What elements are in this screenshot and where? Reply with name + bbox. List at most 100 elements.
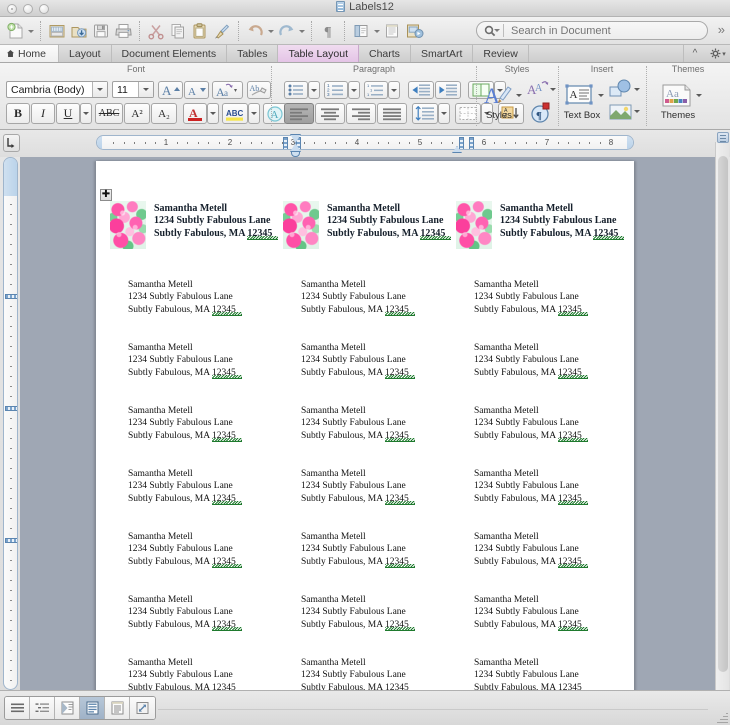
address-block[interactable]: Samantha Metell 1234 Subtly Fabulous Lan… [474, 529, 582, 568]
sidebar-caret[interactable] [372, 19, 381, 43]
address-block[interactable]: Samantha Metell 1234 Subtly Fabulous Lan… [301, 466, 409, 505]
tab-home[interactable]: Home [0, 45, 60, 62]
publishing-layout-button[interactable] [55, 697, 80, 719]
search-magnifier-icon[interactable] [477, 22, 503, 39]
address-block[interactable]: Samantha Metell 1234 Subtly Fabulous Lan… [128, 340, 236, 379]
address-block[interactable]: Samantha Metell 1234 Subtly Fabulous Lan… [301, 403, 409, 442]
address-block[interactable]: Samantha Metell 1234 Subtly Fabulous Lan… [301, 277, 409, 316]
label-sheet-page[interactable]: ✚ Samantha Metell 1234 Subtly Fabulous L… [96, 161, 634, 690]
vruler-row-divider-2[interactable] [5, 406, 17, 411]
label-cell[interactable]: Samantha Metell 1234 Subtly Fabulous Lan… [301, 277, 471, 340]
label-cell[interactable]: Samantha Metell 1234 Subtly Fabulous Lan… [128, 466, 298, 529]
table-row[interactable]: Samantha Metell 1234 Subtly Fabulous Lan… [110, 340, 622, 403]
undo-caret[interactable] [266, 19, 275, 43]
label-cell[interactable]: Samantha Metell 1234 Subtly Fabulous Lan… [128, 529, 298, 592]
label-cell[interactable]: Samantha Metell 1234 Subtly Fabulous Lan… [474, 592, 644, 655]
address-block[interactable]: Samantha Metell 1234 Subtly Fabulous Lan… [474, 592, 582, 631]
decrease-indent-button[interactable] [408, 81, 434, 99]
undo-button[interactable] [244, 19, 266, 43]
table-row[interactable]: Samantha Metell 1234 Subtly Fabulous Lan… [110, 655, 622, 690]
themes-dropdown-icon[interactable] [694, 89, 704, 101]
vruler-row-divider-3[interactable] [5, 538, 17, 543]
media-browser-button[interactable] [403, 19, 425, 43]
labels-table[interactable]: Samantha Metell 1234 Subtly Fabulous Lan… [110, 201, 622, 690]
outline-view-button[interactable] [30, 697, 55, 719]
print-button[interactable] [112, 19, 134, 43]
table-row[interactable]: Samantha Metell 1234 Subtly Fabulous Lan… [110, 466, 622, 529]
address-block[interactable]: Samantha Metell 1234 Subtly Fabulous Lan… [301, 340, 409, 379]
tab-smartart[interactable]: SmartArt [411, 45, 474, 62]
label-cell[interactable]: Samantha Metell 1234 Subtly Fabulous Lan… [128, 592, 298, 655]
chevron-up-icon[interactable]: ^ [684, 45, 706, 62]
multilevel-list-dropdown-icon[interactable] [388, 81, 400, 99]
address-block[interactable]: Samantha Metell 1234 Subtly Fabulous Lan… [500, 201, 618, 240]
address-block[interactable]: Samantha Metell 1234 Subtly Fabulous Lan… [327, 201, 445, 240]
quick-styles-dropdown-icon[interactable] [548, 83, 558, 95]
font-size-dropdown-icon[interactable] [138, 82, 153, 97]
label-cell[interactable]: Samantha Metell 1234 Subtly Fabulous Lan… [301, 403, 471, 466]
address-block[interactable]: Samantha Metell 1234 Subtly Fabulous Lan… [474, 340, 582, 379]
numbering-button[interactable]: 1 2 3 [324, 81, 348, 99]
tab-document-elements[interactable]: Document Elements [112, 45, 228, 62]
label-cell[interactable]: Samantha Metell 1234 Subtly Fabulous Lan… [128, 655, 298, 690]
show-formatting-marks-button[interactable]: ¶ [317, 19, 339, 43]
tab-layout[interactable]: Layout [59, 45, 112, 62]
print-layout-button[interactable] [80, 697, 105, 719]
floral-roses-thumbnail[interactable] [283, 201, 319, 249]
floral-roses-thumbnail[interactable] [110, 201, 146, 249]
grow-font-button[interactable]: A [158, 81, 183, 99]
toolbox-button[interactable]: ¶ [528, 101, 552, 125]
label-cell[interactable]: Samantha Metell 1234 Subtly Fabulous Lan… [128, 277, 298, 340]
styles-dropdown-icon[interactable] [514, 89, 524, 101]
shapes-dropdown-icon[interactable] [632, 83, 642, 95]
label-cell[interactable]: Samantha Metell 1234 Subtly Fabulous Lan… [283, 201, 453, 277]
ruler-column-divider-3[interactable] [459, 137, 464, 149]
address-block[interactable]: Samantha Metell 1234 Subtly Fabulous Lan… [128, 592, 236, 631]
redo-caret[interactable] [297, 19, 306, 43]
address-block[interactable]: Samantha Metell 1234 Subtly Fabulous Lan… [474, 466, 582, 505]
table-row[interactable]: Samantha Metell 1234 Subtly Fabulous Lan… [110, 201, 622, 277]
address-block[interactable]: Samantha Metell 1234 Subtly Fabulous Lan… [128, 655, 236, 690]
notebook-layout-button[interactable] [381, 19, 403, 43]
label-cell[interactable]: Samantha Metell 1234 Subtly Fabulous Lan… [110, 201, 280, 277]
gear-icon[interactable]: ▾ [706, 45, 730, 62]
label-cell[interactable]: Samantha Metell 1234 Subtly Fabulous Lan… [301, 340, 471, 403]
label-cell[interactable]: Samantha Metell 1234 Subtly Fabulous Lan… [128, 340, 298, 403]
picture-button[interactable] [608, 101, 634, 123]
numbering-dropdown-icon[interactable] [348, 81, 360, 99]
open-button[interactable] [46, 19, 68, 43]
label-cell[interactable]: Samantha Metell 1234 Subtly Fabulous Lan… [301, 655, 471, 690]
toolbar-overflow-button[interactable]: » [718, 23, 725, 36]
highlight-button[interactable]: ABC [222, 103, 248, 124]
bold-button[interactable]: B [6, 103, 30, 124]
shrink-font-button[interactable]: A [184, 81, 209, 99]
label-cell[interactable]: Samantha Metell 1234 Subtly Fabulous Lan… [128, 403, 298, 466]
new-document-caret[interactable] [26, 19, 35, 43]
table-row[interactable]: Samantha Metell 1234 Subtly Fabulous Lan… [110, 592, 622, 655]
tab-charts[interactable]: Charts [359, 45, 411, 62]
redo-button[interactable] [275, 19, 297, 43]
font-color-button[interactable]: A [183, 103, 207, 124]
sidebar-toggle-button[interactable] [350, 19, 372, 43]
document-canvas[interactable]: ✚ Samantha Metell 1234 Subtly Fabulous L… [20, 157, 715, 690]
text-box-button[interactable]: A [564, 82, 596, 108]
cut-button[interactable] [145, 19, 167, 43]
address-block[interactable]: Samantha Metell 1234 Subtly Fabulous Lan… [301, 592, 409, 631]
paste-button[interactable] [189, 19, 211, 43]
address-block[interactable]: Samantha Metell 1234 Subtly Fabulous Lan… [128, 403, 236, 442]
increase-indent-button[interactable] [435, 81, 461, 99]
save-button[interactable] [90, 19, 112, 43]
font-name-combo[interactable]: Cambria (Body) [6, 81, 108, 98]
styles-button[interactable]: A [482, 80, 514, 110]
picture-dropdown-icon[interactable] [632, 105, 642, 117]
themes-button[interactable]: Aa [660, 82, 694, 108]
address-block[interactable]: Samantha Metell 1234 Subtly Fabulous Lan… [474, 655, 582, 690]
table-row[interactable]: Samantha Metell 1234 Subtly Fabulous Lan… [110, 403, 622, 466]
italic-button[interactable]: I [31, 103, 55, 124]
clear-formatting-button[interactable]: Ab [247, 81, 271, 99]
label-cell[interactable]: Samantha Metell 1234 Subtly Fabulous Lan… [474, 529, 644, 592]
bullets-dropdown-icon[interactable] [308, 81, 320, 99]
align-right-button[interactable] [346, 103, 376, 124]
label-cell[interactable]: Samantha Metell 1234 Subtly Fabulous Lan… [474, 403, 644, 466]
label-cell[interactable]: Samantha Metell 1234 Subtly Fabulous Lan… [474, 340, 644, 403]
